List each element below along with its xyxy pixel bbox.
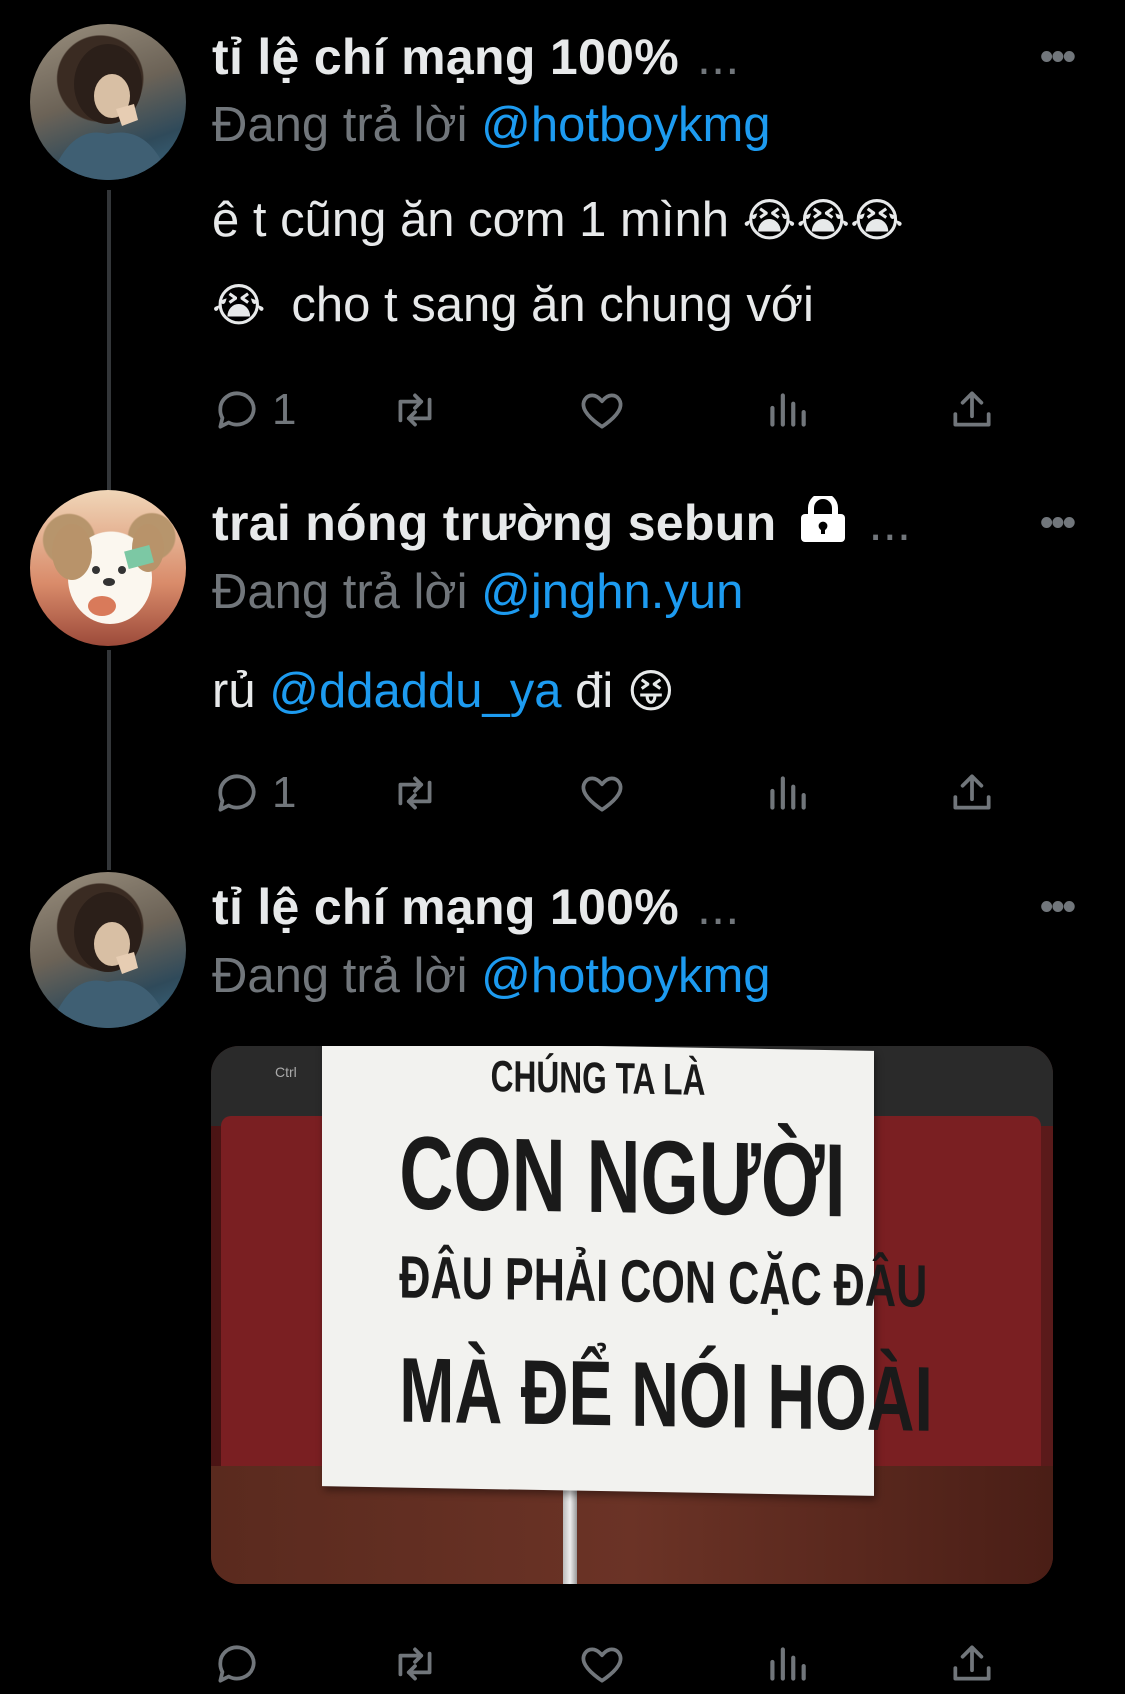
tweet-text-line-1: rủ @ddaddu_ya đi 😝 <box>212 663 675 719</box>
replying-prefix: Đang trả lời <box>212 98 468 152</box>
retweet-button[interactable] <box>390 1634 440 1694</box>
keyboard-key-label: Ctrl <box>275 1064 297 1080</box>
analytics-button[interactable] <box>762 380 812 440</box>
lock-icon <box>800 493 845 542</box>
tweet[interactable]: tỉ lệ chí mạng 100%... ••• Đang trả lời … <box>0 0 1125 480</box>
like-button[interactable] <box>577 380 627 440</box>
author-name[interactable]: tỉ lệ chí mạng 100%... <box>212 878 740 936</box>
share-icon <box>953 774 991 810</box>
crying-emoji: 😭😭😭 <box>742 193 904 247</box>
author-name-text[interactable]: tỉ lệ chí mạng 100% <box>212 879 679 935</box>
avatar[interactable] <box>30 872 186 1028</box>
retweet-button[interactable] <box>390 380 440 440</box>
replying-handle-link[interactable]: @jnghn.yun <box>481 565 743 619</box>
analytics-button[interactable] <box>762 1634 812 1694</box>
more-icon[interactable]: ••• <box>1040 36 1076 79</box>
analytics-icon <box>770 393 806 427</box>
sign-stick <box>563 1484 577 1584</box>
tweet-image[interactable]: Ctrl CHÚNG TA LÀ CON NGƯỜI ĐÂU PHẢI CON … <box>211 1046 1053 1584</box>
analytics-button[interactable] <box>762 763 812 823</box>
reply-button[interactable]: 1 <box>212 380 296 440</box>
more-icon[interactable]: ••• <box>1040 502 1076 545</box>
replying-prefix: Đang trả lời <box>212 565 468 619</box>
replying-handle-link[interactable]: @hotboykmg <box>481 949 770 1003</box>
replying-handle-link[interactable]: @hotboykmg <box>481 98 770 152</box>
more-icon[interactable]: ••• <box>1040 886 1076 929</box>
tweet[interactable]: trai nóng trường sebun ... ••• Đang trả … <box>0 480 1125 860</box>
name-ellipsis: ... <box>696 29 740 85</box>
sign-text-line-2: CON NGƯỜI <box>399 1115 846 1240</box>
reply-icon <box>218 774 256 812</box>
replying-to: Đang trả lời @jnghn.yun <box>212 564 743 620</box>
action-bar <box>212 1634 1012 1694</box>
like-button[interactable] <box>577 763 627 823</box>
action-bar: 1 <box>212 380 1012 440</box>
heart-icon <box>581 393 623 429</box>
share-icon <box>953 391 991 427</box>
share-button[interactable] <box>947 380 997 440</box>
sign-paper: CHÚNG TA LÀ CON NGƯỜI ĐÂU PHẢI CON CẶC Đ… <box>322 1046 933 1496</box>
analytics-icon <box>770 776 806 810</box>
retweet-icon <box>398 393 432 427</box>
tweet-text-line-1: ê t cũng ăn cơm 1 mình 😭😭😭 <box>212 192 904 248</box>
action-bar: 1 <box>212 763 1012 823</box>
reply-count: 1 <box>272 385 297 434</box>
share-button[interactable] <box>947 763 997 823</box>
heart-icon <box>581 776 623 812</box>
tweet-text: rủ <box>212 664 256 718</box>
like-button[interactable] <box>577 1634 627 1694</box>
sign-text-line-4: MÀ ĐỂ NÓI HOÀI <box>399 1339 933 1451</box>
author-name[interactable]: tỉ lệ chí mạng 100%... <box>212 28 740 86</box>
author-name-text[interactable]: trai nóng trường sebun <box>212 495 776 551</box>
sign-text-line-1: CHÚNG TA LÀ <box>490 1052 706 1105</box>
tweet[interactable]: tỉ lệ chí mạng 100%... ••• Đang trả lời … <box>0 860 1125 1683</box>
replying-prefix: Đang trả lời <box>212 949 468 1003</box>
tweet-text-line-2: 😭 cho t sang ăn chung với <box>212 277 814 333</box>
name-ellipsis: ... <box>696 879 740 935</box>
share-button[interactable] <box>947 1634 997 1694</box>
author-name[interactable]: trai nóng trường sebun ... <box>212 493 912 552</box>
avatar[interactable] <box>30 24 186 180</box>
reply-button[interactable]: 1 <box>212 763 296 823</box>
author-name-text[interactable]: tỉ lệ chí mạng 100% <box>212 29 679 85</box>
retweet-button[interactable] <box>390 763 440 823</box>
avatar[interactable] <box>30 490 186 646</box>
tweet-text: ê t cũng ăn cơm 1 mình <box>212 193 729 247</box>
reply-count: 1 <box>272 768 297 817</box>
mention-link[interactable]: @ddaddu_ya <box>269 664 561 718</box>
tweet-text: cho t sang ăn chung với <box>291 278 814 332</box>
tweet-text: đi <box>575 664 614 718</box>
replying-to: Đang trả lời @hotboykmg <box>212 97 771 153</box>
sign-text-line-3: ĐÂU PHẢI CON CẶC ĐÂU <box>399 1243 928 1320</box>
replying-to: Đang trả lời @hotboykmg <box>212 948 771 1004</box>
reply-button[interactable] <box>212 1634 262 1694</box>
crying-emoji: 😭 <box>212 278 266 332</box>
tongue-emoji: 😝 <box>626 664 675 718</box>
reply-icon <box>218 391 256 429</box>
name-ellipsis: ... <box>868 495 912 551</box>
retweet-icon <box>398 776 432 810</box>
